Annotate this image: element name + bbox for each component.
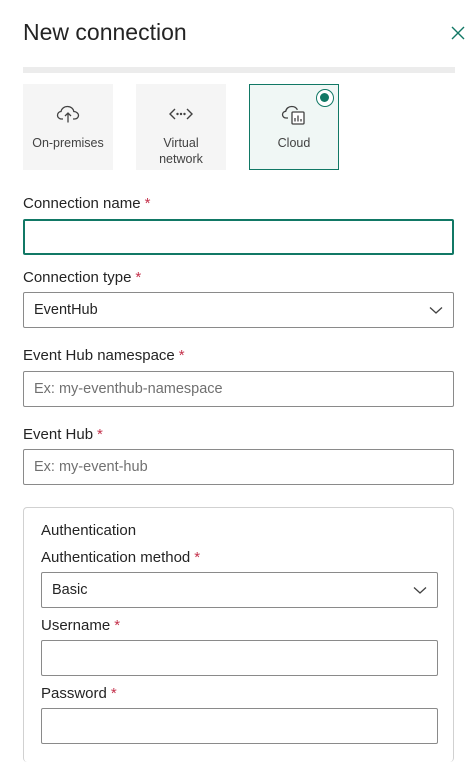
panel-header: New connection (23, 16, 474, 50)
username-label: Username * (41, 617, 121, 634)
eventhub-input[interactable] (23, 449, 454, 485)
cloud-report-icon (281, 105, 305, 125)
authentication-method-dropdown[interactable]: Basic (41, 572, 438, 608)
required-asterisk: * (135, 269, 142, 286)
username-input[interactable] (41, 640, 438, 676)
page-title: New connection (23, 19, 187, 45)
chevron-down-icon (413, 587, 427, 594)
connection-kind-tiles: On-premises Virtual network Cloud (23, 84, 455, 172)
eventhub-label: Event Hub * (23, 426, 103, 443)
connection-type-dropdown[interactable]: EventHub (23, 292, 454, 328)
tile-label: On-premises (32, 136, 104, 150)
close-button[interactable] (450, 25, 466, 41)
scroll-indicator (23, 67, 455, 73)
tile-on-premises[interactable]: On-premises (23, 84, 113, 170)
authentication-title: Authentication (41, 522, 137, 539)
required-asterisk: * (110, 685, 117, 702)
password-input[interactable] (41, 708, 438, 744)
virtual-network-icon (169, 108, 193, 120)
tile-virtual-network[interactable]: Virtual network (136, 84, 226, 170)
password-label: Password * (41, 685, 117, 702)
close-icon (451, 26, 465, 40)
connection-name-input[interactable] (23, 219, 454, 255)
required-asterisk: * (178, 347, 185, 364)
chevron-down-icon (429, 307, 443, 314)
eventhub-namespace-input[interactable] (23, 371, 454, 407)
tile-label: Virtual network (159, 136, 203, 166)
eventhub-namespace-label: Event Hub namespace * (23, 347, 185, 364)
required-asterisk: * (114, 617, 121, 634)
tile-label: Cloud (277, 136, 311, 150)
connection-type-value: EventHub (34, 302, 98, 318)
authentication-method-value: Basic (52, 582, 88, 598)
connection-type-label: Connection type * (23, 269, 142, 286)
required-asterisk: * (144, 195, 151, 212)
required-asterisk: * (97, 426, 103, 443)
authentication-section: Authentication Authentication method * Ba… (23, 507, 454, 762)
required-asterisk: * (194, 549, 201, 566)
authentication-method-label: Authentication method * (41, 549, 201, 566)
cloud-upload-icon (56, 105, 80, 123)
connection-name-label: Connection name * (23, 195, 151, 212)
tile-cloud[interactable]: Cloud (249, 84, 339, 170)
